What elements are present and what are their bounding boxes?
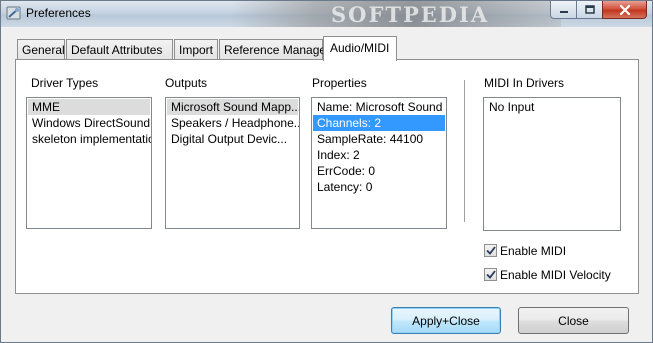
list-item[interactable]: Digital Output Devic... bbox=[167, 131, 298, 147]
enable-midi-velocity-label[interactable]: Enable MIDI Velocity bbox=[500, 268, 611, 282]
tab-audio-midi[interactable]: Audio/MIDI bbox=[323, 36, 397, 61]
tab-general[interactable]: General bbox=[17, 39, 65, 60]
list-item[interactable]: No Input bbox=[485, 99, 619, 115]
driver-types-heading: Driver Types bbox=[31, 76, 99, 90]
tab-import[interactable]: Import bbox=[174, 39, 218, 60]
close-icon bbox=[619, 4, 630, 15]
properties-heading: Properties bbox=[312, 76, 367, 90]
list-item[interactable]: MME bbox=[28, 99, 150, 115]
window-title: Preferences bbox=[26, 6, 91, 20]
title-watermark-text: SOFTPEDIA bbox=[331, 2, 490, 27]
enable-midi-velocity-checkbox[interactable] bbox=[484, 268, 497, 281]
tab-default-attributes[interactable]: Default Attributes bbox=[66, 39, 173, 60]
list-item[interactable]: Name: Microsoft Sound ... bbox=[313, 99, 446, 115]
list-item[interactable]: skeleton implementation bbox=[28, 131, 151, 147]
list-item[interactable]: SampleRate: 44100 bbox=[313, 131, 445, 147]
enable-midi-checkbox[interactable] bbox=[484, 244, 497, 257]
list-item[interactable]: Channels: 2 bbox=[313, 115, 445, 131]
maximize-button[interactable] bbox=[576, 1, 603, 19]
preferences-window: SOFTPEDIA Preferences General Default At… bbox=[0, 0, 653, 343]
tab-reference-manager[interactable]: Reference Manager bbox=[219, 39, 330, 60]
list-item[interactable]: Latency: 0 bbox=[313, 179, 445, 195]
close-window-button[interactable] bbox=[602, 1, 647, 19]
close-button[interactable]: Close bbox=[518, 307, 629, 334]
list-item[interactable]: Index: 2 bbox=[313, 147, 445, 163]
title-bar[interactable]: SOFTPEDIA Preferences bbox=[1, 1, 652, 27]
app-icon bbox=[6, 5, 22, 21]
enable-midi-label[interactable]: Enable MIDI bbox=[500, 244, 566, 258]
list-item[interactable]: Microsoft Sound Mapp... bbox=[167, 99, 299, 115]
properties-list[interactable]: Name: Microsoft Sound ... Channels: 2 Sa… bbox=[311, 97, 447, 229]
list-item[interactable]: Windows DirectSound bbox=[28, 115, 150, 131]
outputs-list[interactable]: Microsoft Sound Mapp... Speakers / Headp… bbox=[165, 97, 300, 229]
midi-in-drivers-heading: MIDI In Drivers bbox=[484, 76, 565, 90]
list-item[interactable]: ErrCode: 0 bbox=[313, 163, 445, 179]
driver-types-list[interactable]: MME Windows DirectSound skeleton impleme… bbox=[26, 97, 152, 229]
list-item[interactable]: Speakers / Headphone... bbox=[167, 115, 299, 131]
minimize-button[interactable] bbox=[550, 1, 577, 19]
outputs-heading: Outputs bbox=[165, 76, 208, 90]
checkmark-icon bbox=[485, 270, 496, 279]
audio-midi-panel: Driver Types MME Windows DirectSound ske… bbox=[15, 59, 639, 294]
minimize-icon bbox=[559, 10, 568, 13]
midi-in-drivers-list[interactable]: No Input bbox=[483, 97, 621, 231]
apply-close-button[interactable]: Apply+Close bbox=[391, 307, 501, 334]
section-divider bbox=[464, 80, 465, 222]
checkmark-icon bbox=[485, 246, 496, 255]
maximize-icon bbox=[584, 5, 595, 14]
